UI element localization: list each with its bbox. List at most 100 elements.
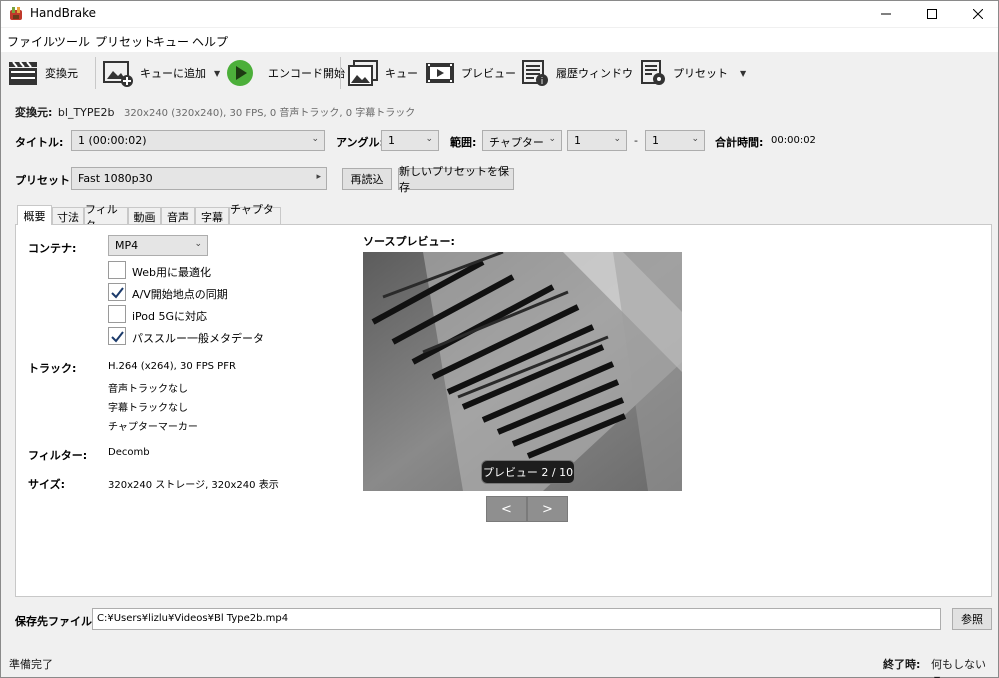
- summary-panel: コンテナ: MP4 ⌄ Web用に最適化 A/V開始地点の同期 iPod 5Gに…: [15, 224, 992, 597]
- duration-label: 合計時間:: [715, 136, 764, 149]
- range-start-select[interactable]: 1 ⌄: [567, 130, 627, 151]
- status-text: 準備完了: [9, 658, 53, 671]
- when-done-value: 何もしない: [931, 658, 986, 671]
- menu-presets[interactable]: プリセット: [95, 33, 155, 50]
- add-image-icon: [103, 61, 133, 87]
- activity-log-icon: i: [522, 60, 548, 87]
- source-details: 320x240 (320x240), 30 FPS, 0 音声トラック, 0 字…: [123, 108, 416, 119]
- menu-queue[interactable]: キュー: [153, 33, 189, 50]
- activity-log-button[interactable]: i 履歴ウィンドウ: [520, 57, 633, 89]
- clapperboard-icon: [9, 61, 37, 85]
- size-value: 320x240 ストレージ, 320x240 表示: [108, 480, 279, 491]
- presets-button[interactable]: プリセット ▼: [639, 57, 746, 89]
- range-type-value: チャプター: [489, 136, 544, 149]
- ipod-5g-checkbox[interactable]: [108, 305, 126, 323]
- preset-settings-icon: [641, 60, 665, 85]
- queue-label: キュー: [385, 67, 418, 80]
- chevron-down-icon: ⌄: [691, 134, 699, 144]
- chevron-down-icon[interactable]: ▼: [740, 69, 746, 78]
- queue-button[interactable]: キュー: [347, 57, 418, 89]
- range-label: 範囲:: [450, 136, 477, 149]
- reload-preset-button[interactable]: 再読込: [342, 168, 392, 190]
- range-start-value: 1: [574, 134, 581, 147]
- passthru-metadata-label: パススルー一般メタデータ: [132, 332, 264, 345]
- start-encode-label: エンコード開始: [268, 67, 345, 80]
- checkmark-icon: [111, 287, 124, 299]
- maximize-button[interactable]: [909, 1, 955, 27]
- av-sync-checkbox[interactable]: [108, 283, 126, 301]
- ipod-5g-label: iPod 5Gに対応: [132, 310, 208, 323]
- web-optimized-checkbox[interactable]: [108, 261, 126, 279]
- source-name: bl_TYPE2b: [57, 106, 115, 119]
- chevron-down-icon: ⌄: [548, 134, 556, 144]
- when-done-label: 終了時:: [883, 658, 921, 671]
- angle-label: アングル:: [336, 136, 384, 149]
- tab-subtitles[interactable]: 字幕: [195, 207, 229, 225]
- source-preview-image: プレビュー 2 / 10: [363, 252, 682, 491]
- filters-label: フィルター:: [28, 449, 88, 462]
- track-chapters: チャプターマーカー: [108, 422, 198, 433]
- activity-log-label: 履歴ウィンドウ: [556, 67, 633, 80]
- chevron-right-icon: ▸: [316, 172, 321, 182]
- chevron-down-icon: ⌄: [194, 239, 202, 249]
- tab-chapters[interactable]: チャプター: [229, 203, 281, 232]
- chevron-down-icon: ⌄: [425, 134, 433, 144]
- status-bar: 準備完了 終了時: 何もしない ▼: [1, 651, 998, 678]
- container-label: コンテナ:: [28, 242, 77, 255]
- close-button[interactable]: [955, 1, 999, 27]
- tab-filters[interactable]: フィルタ: [84, 203, 128, 232]
- web-optimized-label: Web用に最適化: [132, 266, 211, 279]
- menu-tools[interactable]: ツール: [54, 33, 90, 50]
- source-label: 変換元: [45, 67, 78, 80]
- minimize-button[interactable]: [863, 1, 909, 27]
- source-label: 変換元:: [15, 106, 53, 119]
- checkmark-icon: [111, 331, 124, 343]
- destination-path-input[interactable]: C:¥Users¥lizlu¥Videos¥Bl Type2b.mp4: [92, 608, 941, 630]
- range-end-value: 1: [652, 134, 659, 147]
- tab-dimensions[interactable]: 寸法: [52, 207, 84, 225]
- container-select[interactable]: MP4 ⌄: [108, 235, 208, 256]
- source-button[interactable]: 変換元: [7, 57, 78, 89]
- play-icon: [227, 60, 253, 86]
- image-stack-icon: [348, 60, 378, 86]
- start-encode-button[interactable]: エンコード開始: [226, 57, 345, 89]
- browse-button[interactable]: 参照: [952, 608, 992, 630]
- toolbar-separator: [95, 57, 96, 89]
- menu-help[interactable]: ヘルプ: [192, 33, 228, 50]
- angle-value: 1: [388, 134, 395, 147]
- filters-value: Decomb: [108, 447, 150, 458]
- minimize-icon: [881, 13, 891, 15]
- preview-button[interactable]: プレビュー: [425, 57, 516, 89]
- preview-label: プレビュー: [461, 67, 516, 80]
- tab-summary[interactable]: 概要: [17, 205, 52, 225]
- range-dash: -: [634, 134, 638, 147]
- passthru-metadata-checkbox[interactable]: [108, 327, 126, 345]
- track-subtitles: 字幕トラックなし: [108, 403, 188, 414]
- window-title: HandBrake: [30, 6, 97, 20]
- angle-select[interactable]: 1 ⌄: [381, 130, 439, 151]
- title-bar: HandBrake: [1, 1, 998, 27]
- svg-text:i: i: [541, 77, 544, 87]
- preset-label: プリセット:: [15, 174, 75, 187]
- range-type-select[interactable]: チャプター ⌄: [482, 130, 562, 151]
- preview-prev-button[interactable]: <: [486, 496, 527, 522]
- preview-frame-image: [363, 252, 682, 491]
- preset-select[interactable]: Fast 1080p30 ▸: [71, 167, 327, 190]
- title-select[interactable]: 1 (00:00:02) ⌄: [71, 130, 325, 151]
- preview-counter-badge: プレビュー 2 / 10: [481, 460, 575, 484]
- range-end-select[interactable]: 1 ⌄: [645, 130, 705, 151]
- add-to-queue-button[interactable]: キューに追加 ▼: [102, 57, 220, 89]
- track-video: H.264 (x264), 30 FPS PFR: [108, 361, 236, 372]
- preview-next-button[interactable]: >: [527, 496, 568, 522]
- destination-label: 保存先ファイル:: [15, 615, 97, 628]
- film-play-icon: [426, 63, 454, 83]
- chevron-down-icon: ⌄: [311, 134, 319, 144]
- maximize-icon: [927, 9, 937, 19]
- track-audio: 音声トラックなし: [108, 384, 188, 395]
- chevron-down-icon[interactable]: ▼: [214, 69, 220, 78]
- tab-audio[interactable]: 音声: [161, 207, 195, 225]
- tab-video[interactable]: 動画: [128, 207, 161, 225]
- save-new-preset-button[interactable]: 新しいプリセットを保存: [398, 165, 514, 194]
- when-done-select[interactable]: 何もしない ▼: [931, 656, 998, 678]
- menu-file[interactable]: ファイル: [7, 33, 55, 50]
